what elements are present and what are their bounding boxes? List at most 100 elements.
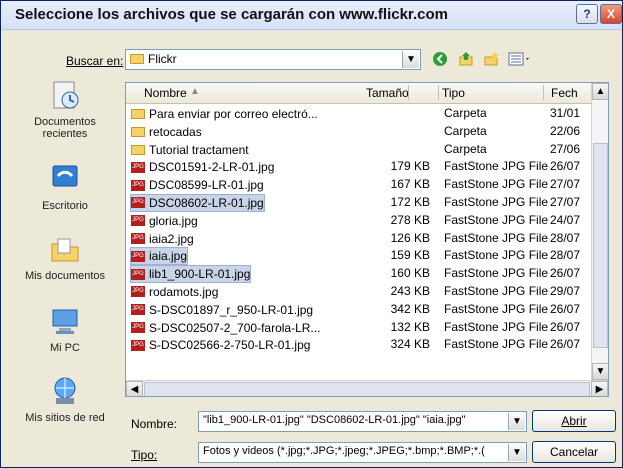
file-name: rodamots.jpg [149,284,219,299]
table-row[interactable]: JPG iaia.jpg 159 KB FastStone JPG File 2… [126,247,591,266]
file-size: 159 KB [390,248,430,263]
horizontal-scrollbar[interactable]: ◀ ▶ [126,380,608,396]
file-date: 26/07 [550,319,581,334]
file-date: 27/07 [550,194,581,209]
place-label: Escritorio [42,200,88,212]
file-date: 26/07 [550,159,581,174]
column-date[interactable]: Fech [551,86,578,100]
place-desktop[interactable]: Escritorio [14,162,116,212]
cancel-button[interactable]: Cancelar [532,441,616,463]
file-name-value[interactable]: "lib1_900-LR-01.jpg" "DSC08602-LR-01.jpg… [203,414,503,426]
file-name-cell: JPG DSC08599-LR-01.jpg [131,177,264,193]
file-name-cell: JPG rodamots.jpg [131,284,218,300]
scroll-up-icon[interactable]: ▲ [592,83,608,100]
file-name: S-DSC02566-2-750-LR-01.jpg [149,338,311,353]
jpg-file-icon: JPG [131,268,145,280]
file-date: 31/01 [550,106,581,120]
view-menu-icon[interactable] [506,50,534,68]
file-name-cell: Tutorial tractament [131,142,249,158]
file-name-cell: JPG DSC08602-LR-01.jpg [130,193,265,212]
file-type-dropdown[interactable]: Fotos y videos (*.jpg;*.JPG;*.jpeg;*.JPE… [198,442,527,463]
table-row[interactable]: JPG DSC01591-2-LR-01.jpg 179 KB FastSton… [126,158,591,176]
column-name[interactable]: Nombre [144,86,187,100]
table-row[interactable]: JPG S-DSC01897_r_950-LR-01.jpg 342 KB Fa… [126,301,591,319]
file-type: FastStone JPG File [444,266,549,281]
table-row[interactable]: JPG gloria.jpg 278 KB FastStone JPG File… [126,212,591,230]
file-name: DSC08602-LR-01.jpg [149,195,264,210]
place-label: Documentos recientes [34,116,96,140]
my-documents-icon [48,232,82,266]
table-row[interactable]: Para enviar por correo electró... Carpet… [126,105,591,123]
back-icon[interactable] [431,50,449,68]
file-name-cell: JPG S-DSC02507-2_700-farola-LR... [131,320,320,336]
file-date: 22/06 [550,123,581,138]
jpg-file-icon: JPG [131,286,145,298]
chevron-down-icon[interactable]: ▼ [402,51,419,68]
file-name-cell: retocadas [131,124,202,140]
vertical-scroll-thumb[interactable] [593,143,608,348]
recent-docs-icon [48,78,82,112]
look-in-dropdown[interactable]: Flickr ▼ [125,49,421,70]
file-type: FastStone JPG File [444,177,549,192]
table-row[interactable]: retocadas Carpeta 22/06 [126,123,591,141]
table-row[interactable]: JPG S-DSC02507-2_700-farola-LR... 132 KB… [126,319,591,337]
table-row[interactable]: JPG DSC08599-LR-01.jpg 167 KB FastStone … [126,176,591,194]
column-size[interactable]: Tamaño [366,86,409,100]
desktop-icon [48,162,82,196]
close-button[interactable]: X [600,4,622,24]
file-date: 26/07 [550,337,581,352]
file-name: Tutorial tractament [149,142,249,157]
sort-ascending-icon: ▲ [190,86,200,97]
file-list: Nombre ▲ Tamaño Tipo Fech Para enviar po… [125,82,609,397]
table-row[interactable]: Tutorial tractament Carpeta 27/06 [126,141,591,159]
file-size: 179 KB [390,159,430,174]
scroll-down-icon[interactable]: ▼ [592,363,608,380]
file-type: Carpeta [444,141,487,156]
table-row[interactable]: JPG iaia2.jpg 126 KB FastStone JPG File … [126,230,591,248]
file-name: retocadas [149,124,202,139]
places-bar: Documentos recientes Escritorio Mis docu… [14,78,116,424]
file-open-dialog: Seleccione los archivos que se cargarán … [0,0,623,468]
file-list-header: Nombre ▲ Tamaño Tipo Fech [126,83,591,104]
jpg-file-icon: JPG [131,215,145,227]
chevron-down-icon[interactable]: ▼ [508,444,525,461]
folder-icon [131,109,145,119]
table-row[interactable]: JPG lib1_900-LR-01.jpg 160 KB FastStone … [126,265,591,284]
place-label: Mis sitios de red [25,412,105,424]
file-size: 324 KB [390,337,430,352]
place-recent-documents[interactable]: Documentos recientes [14,78,116,140]
new-folder-icon[interactable] [483,50,501,68]
column-separator[interactable] [438,85,439,100]
scroll-right-icon[interactable]: ▶ [591,381,608,396]
place-network[interactable]: Mis sitios de red [14,374,116,424]
scroll-left-icon[interactable]: ◀ [126,381,143,396]
table-row[interactable]: JPG DSC08602-LR-01.jpg 172 KB FastStone … [126,193,591,212]
horizontal-scroll-thumb[interactable] [144,382,590,396]
file-type: FastStone JPG File [444,301,549,316]
jpg-file-icon: JPG [131,250,145,262]
file-name-cell: Para enviar por correo electró... [131,106,318,122]
chevron-down-icon[interactable]: ▼ [508,413,525,430]
table-row[interactable]: JPG rodamots.jpg 243 KB FastStone JPG Fi… [126,283,591,301]
up-folder-icon[interactable] [458,50,476,68]
vertical-scrollbar[interactable]: ▲ ▼ [591,83,608,380]
place-my-documents[interactable]: Mis documentos [14,232,116,282]
file-name: DSC01591-2-LR-01.jpg [149,160,275,175]
help-button[interactable]: ? [576,4,598,24]
folder-icon [131,144,145,155]
file-type: Carpeta [444,123,487,138]
column-separator[interactable] [543,85,544,100]
jpg-file-icon: JPG [131,339,145,351]
table-row[interactable]: JPG S-DSC02566-2-750-LR-01.jpg 324 KB Fa… [126,336,591,354]
file-name-cell: JPG iaia.jpg [129,247,189,266]
file-name-field[interactable]: "lib1_900-LR-01.jpg" "DSC08602-LR-01.jpg… [198,411,527,432]
file-name-cell: JPG gloria.jpg [131,213,198,229]
jpg-file-icon: JPG [131,322,145,334]
place-my-computer[interactable]: Mi PC [14,304,116,354]
open-button[interactable]: Abrir [532,410,616,432]
file-size: 167 KB [390,177,430,192]
column-type[interactable]: Tipo [442,86,465,100]
folder-icon [130,54,144,64]
file-date: 26/07 [550,266,581,281]
file-type: Carpeta [444,106,487,120]
